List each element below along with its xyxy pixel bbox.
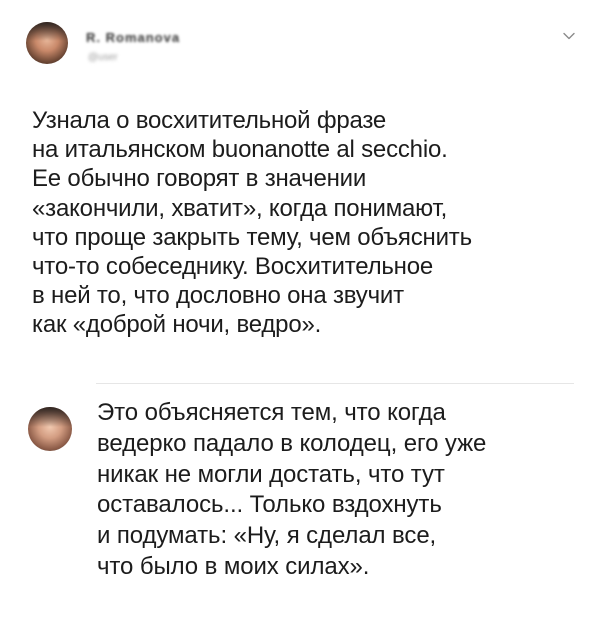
- avatar-hair: [28, 407, 72, 427]
- author-avatar[interactable]: [26, 22, 68, 64]
- chevron-down-icon[interactable]: [563, 30, 575, 42]
- tweet-text-line: Ее обычно говорят в значении: [32, 165, 367, 193]
- tweet-text: Узнала о восхитительной фразе на итальян…: [32, 106, 577, 340]
- tweet-text-line: в ней то, что дословно она звучит: [32, 282, 404, 310]
- reply-text-line: оставалось... Только вздохнуть: [97, 491, 442, 519]
- reply-avatar[interactable]: [28, 407, 72, 451]
- reply-text-line: и подумать: «Ну, я сделал все,: [97, 522, 437, 550]
- author-name[interactable]: R. Romanova: [86, 30, 180, 45]
- tweet-text-line: как «доброй ночи, ведро».: [32, 311, 322, 339]
- author-handle[interactable]: @user: [88, 52, 118, 63]
- reply-text-line: ведерко падало в колодец, его уже: [97, 429, 487, 457]
- reply-text-line: Это объясняется тем, что когда: [97, 399, 446, 426]
- avatar-hair: [26, 22, 68, 41]
- tweet-text-line: что проще закрыть тему, чем объяснить: [32, 223, 472, 251]
- tweet-text-line: «закончили, хватит», когда понимают,: [32, 194, 448, 222]
- tweet-card: R. Romanova @user Узнала о восхитительно…: [0, 0, 600, 625]
- tweet-text-line: Узнала о восхитительной фразе: [32, 107, 387, 134]
- reply-text: Это объясняется тем, что когда ведерко п…: [97, 398, 587, 583]
- tweet-text-line: что-то собеседнику. Восхитительное: [32, 253, 434, 281]
- reply-text-line: никак не могли достать, что тут: [97, 460, 445, 488]
- tweet-text-line: на итальянском buonanotte al secchio.: [32, 136, 448, 164]
- divider: [96, 383, 574, 384]
- reply-text-line: что было в моих силах».: [97, 552, 370, 580]
